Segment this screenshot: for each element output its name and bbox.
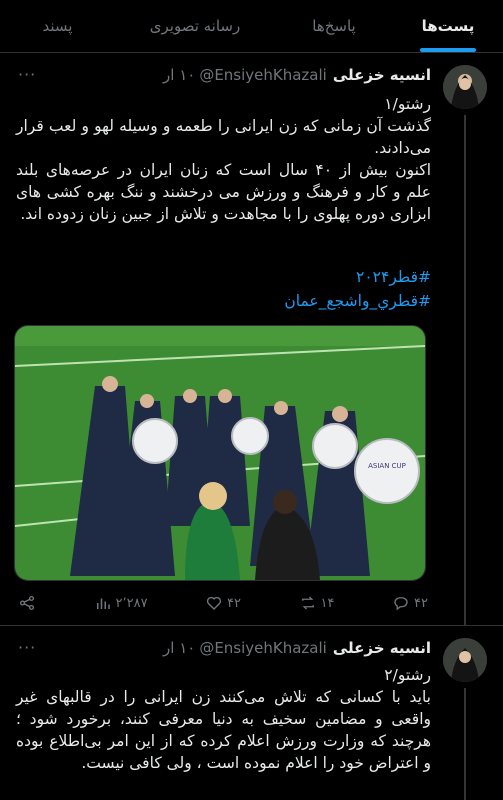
views-count: ۲٬۲۸۷ [115,595,148,611]
author-name[interactable]: انسیه خزعلی [333,66,431,84]
tweet-1[interactable]: انسیه خزعلی @EnsiyehKhazali ۱۰ ار ··· رش… [0,53,503,625]
avatar[interactable] [443,65,487,109]
performers-photo: ASIAN CUP [15,326,425,580]
active-tab-indicator [420,48,476,52]
reply-icon [394,597,408,611]
thread-line [464,688,466,800]
like-button[interactable]: ۴۲ [205,594,241,612]
views-button[interactable]: ۲٬۲۸۷ [94,594,148,612]
thread-line [464,115,466,625]
tab-posts-label: پست‌ها [421,17,475,35]
tab-likes[interactable]: پسند [0,0,115,52]
more-options-icon[interactable]: ··· [18,638,36,657]
hashtags: #قطر۲۰۲۴ #قطري_واشجع_عمان [16,265,431,313]
tweet-line: رشتو/۱ [384,95,431,113]
tweet-line: رشتو/۲ [384,666,431,684]
share-button[interactable] [18,594,36,612]
reply-button[interactable]: ۴۲ [392,594,428,612]
drum-banner-text: ASIAN CUP [368,462,406,470]
author-handle[interactable]: @EnsiyehKhazali [199,639,327,657]
tweet-line: گذشت آن زمانی که زن ایرانی را طعمه و وسی… [16,117,431,157]
tweet-time[interactable]: ۱۰ ار [163,639,195,657]
hashtag-qatar[interactable]: #قطر۲۰۲۴ [16,265,431,289]
tab-media[interactable]: رسانه تصویری [115,0,275,52]
tab-media-label: رسانه تصویری [149,17,241,35]
avatar[interactable] [443,638,487,682]
tweet-text: رشتو/۱ گذشت آن زمانی که زن ایرانی را طعم… [16,93,431,225]
likes-count: ۴۲ [227,595,242,611]
tweet-header: انسیه خزعلی @EnsiyehKhazali ۱۰ ار [16,65,431,85]
tweet-image[interactable]: ASIAN CUP [14,325,426,581]
retweet-button[interactable]: ۱۴ [299,594,335,612]
share-icon [19,595,35,611]
tweet-line: باید با کسانی که تلاش می‌کنند زن ایرانی … [16,688,431,772]
tweet-line: اکنون بیش از ۴۰ سال است که زنان ایران در… [16,161,432,223]
tab-likes-label: پسند [42,17,73,35]
retweet-icon [301,596,314,610]
tweet-time[interactable]: ۱۰ ار [163,66,195,84]
profile-tabs: پست‌ها پاسخ‌ها رسانه تصویری پسند [0,0,503,53]
retweets-count: ۱۴ [320,595,335,611]
author-name[interactable]: انسیه خزعلی [333,639,431,657]
tweet-header: انسیه خزعلی @EnsiyehKhazali ۱۰ ار [16,638,431,658]
tab-replies-label: پاسخ‌ها [312,17,356,35]
tweet-text: رشتو/۲ باید با کسانی که تلاش می‌کنند زن … [16,664,431,774]
tab-replies[interactable]: پاسخ‌ها [275,0,393,52]
views-chart-icon [96,598,110,609]
tweet-2[interactable]: انسیه خزعلی @EnsiyehKhazali ۱۰ ار ··· رش… [0,626,503,800]
more-options-icon[interactable]: ··· [18,65,36,84]
replies-count: ۴۲ [414,595,428,611]
tab-posts[interactable]: پست‌ها [393,0,503,52]
heart-icon [206,596,222,610]
author-handle[interactable]: @EnsiyehKhazali [199,66,327,84]
hashtag-oman[interactable]: #قطري_واشجع_عمان [16,289,431,313]
tweet-actions: ۲٬۲۸۷ ۴۲ ۱۴ ۴۲ [18,593,428,613]
